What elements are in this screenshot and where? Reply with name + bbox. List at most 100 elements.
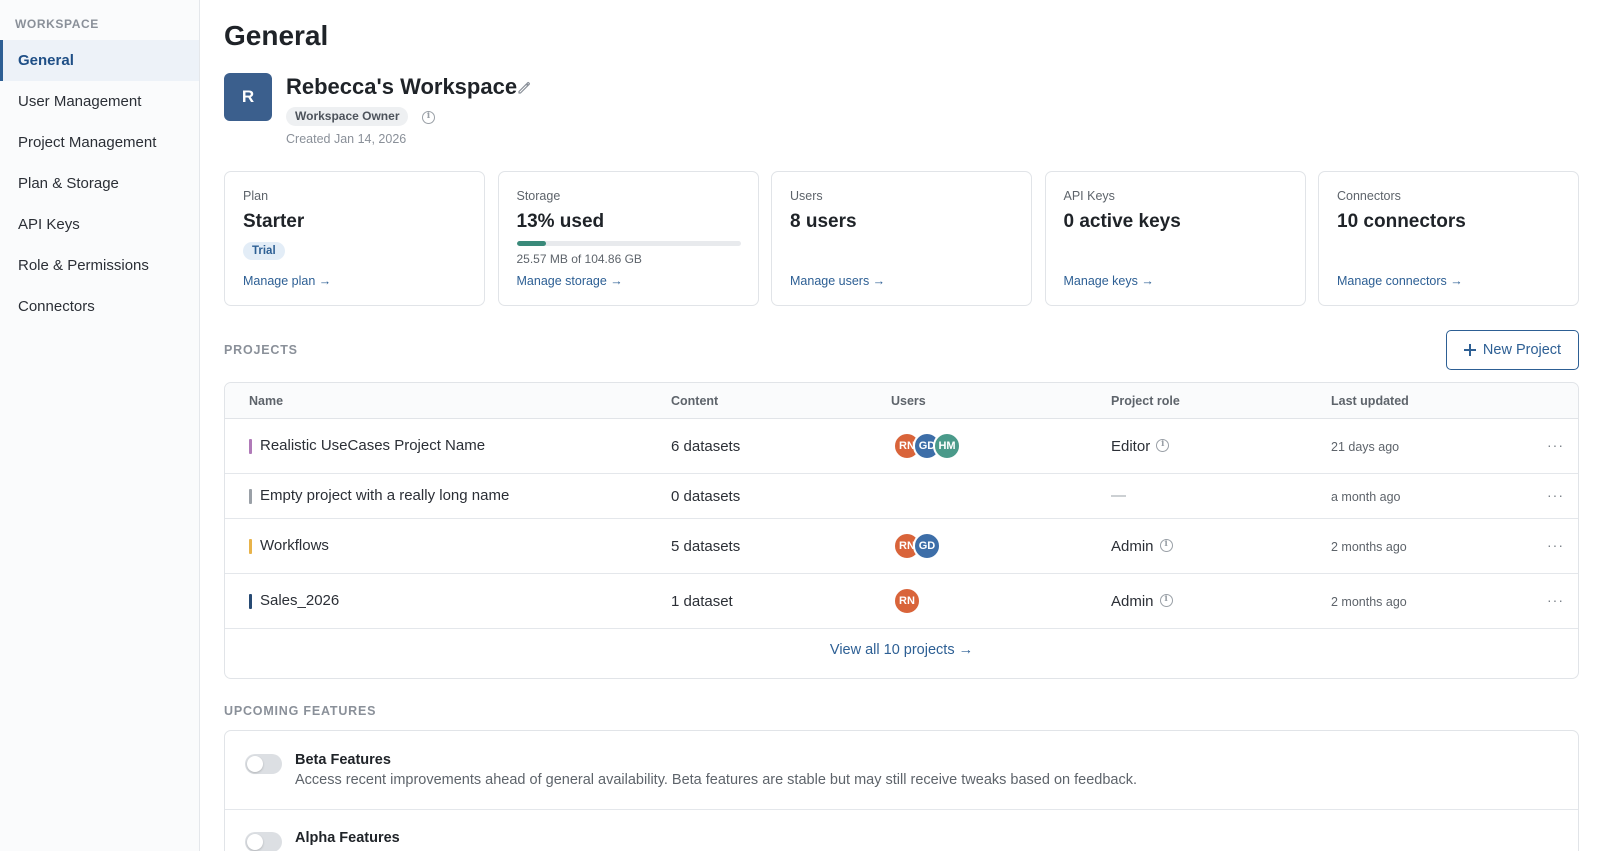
- project-content: 5 datasets: [671, 538, 741, 555]
- info-icon[interactable]: [1156, 439, 1170, 452]
- plan-card-label: Plan: [243, 189, 269, 203]
- users-card-value: 8 users: [790, 211, 857, 232]
- pencil-icon[interactable]: [516, 80, 532, 96]
- beta-features-description: Access recent improvements ahead of gene…: [295, 772, 1137, 788]
- workspace-name: Rebecca's Workspace: [286, 74, 518, 99]
- table-row[interactable]: Workflows 5 datasets RN GD Admin 2 month…: [225, 519, 1578, 574]
- project-users: RN GD: [893, 532, 941, 560]
- info-icon[interactable]: [1159, 594, 1173, 607]
- more-options-icon[interactable]: ···: [1547, 537, 1564, 553]
- project-role: Editor: [1111, 438, 1170, 455]
- sidebar-item-plan-storage[interactable]: Plan & Storage: [0, 163, 199, 204]
- manage-keys-link[interactable]: Manage keys →: [1064, 274, 1154, 288]
- storage-progress-fill: [516, 241, 546, 246]
- sidebar: WORKSPACE General User Management Projec…: [0, 0, 200, 851]
- column-header-last-updated[interactable]: Last updated: [1331, 394, 1409, 408]
- project-name[interactable]: Workflows: [260, 537, 329, 554]
- beta-features-row: Beta Features Access recent improvements…: [225, 731, 1578, 809]
- storage-detail: 25.57 MB of 104.86 GB: [516, 252, 642, 266]
- manage-users-link[interactable]: Manage users →: [790, 274, 885, 288]
- storage-progress-bar: [516, 241, 741, 246]
- project-name[interactable]: Sales_2026: [260, 592, 339, 609]
- projects-section-label: PROJECTS: [224, 343, 298, 357]
- workspace-role-badge: Workspace Owner: [286, 107, 409, 126]
- page-title: General: [224, 20, 329, 51]
- plan-card: Plan Starter Trial Manage plan →: [224, 171, 485, 306]
- beta-features-title: Beta Features: [295, 752, 391, 768]
- project-last-updated: 2 months ago: [1331, 540, 1407, 554]
- project-last-updated: 21 days ago: [1331, 440, 1400, 454]
- project-role-text: Admin: [1111, 538, 1154, 555]
- project-users: RN GD HM: [893, 432, 961, 460]
- plan-card-value: Starter: [243, 211, 305, 232]
- beta-features-toggle[interactable]: [245, 754, 282, 774]
- alpha-features-toggle[interactable]: [245, 832, 282, 851]
- column-header-project-role[interactable]: Project role: [1111, 394, 1180, 408]
- project-users: RN: [893, 587, 921, 615]
- projects-table: Name Content Users Project role Last upd…: [224, 382, 1579, 679]
- project-role: Admin: [1111, 593, 1173, 610]
- table-row[interactable]: Sales_2026 1 dataset RN Admin 2 months a…: [225, 574, 1578, 629]
- features-list: Beta Features Access recent improvements…: [224, 730, 1579, 851]
- more-options-icon[interactable]: ···: [1547, 487, 1564, 503]
- avatar: RN: [893, 587, 921, 615]
- project-name[interactable]: Empty project with a really long name: [260, 487, 509, 504]
- project-last-updated: a month ago: [1331, 490, 1401, 504]
- project-role-text: Editor: [1111, 438, 1151, 455]
- avatar: HM: [933, 432, 961, 460]
- table-row[interactable]: Realistic UseCases Project Name 6 datase…: [225, 419, 1578, 474]
- api-keys-card: API Keys 0 active keys Manage keys →: [1044, 171, 1306, 306]
- sidebar-item-api-keys[interactable]: API Keys: [0, 204, 199, 245]
- api-keys-card-value: 0 active keys: [1063, 211, 1181, 232]
- project-name[interactable]: Realistic UseCases Project Name: [260, 437, 485, 454]
- trial-badge: Trial: [243, 242, 285, 260]
- new-project-button[interactable]: New Project: [1446, 330, 1579, 370]
- connectors-card: Connectors 10 connectors Manage connecto…: [1318, 171, 1579, 306]
- info-icon[interactable]: [1159, 539, 1173, 552]
- sidebar-item-general[interactable]: General: [0, 40, 199, 81]
- sidebar-item-user-management[interactable]: User Management: [0, 81, 199, 122]
- alpha-features-title: Alpha Features: [295, 830, 400, 846]
- project-color-marker: [249, 489, 252, 504]
- project-role: Admin: [1111, 538, 1173, 555]
- column-header-users[interactable]: Users: [891, 394, 926, 408]
- users-card: Users 8 users Manage users →: [771, 171, 1032, 306]
- project-color-marker: [249, 594, 252, 609]
- table-row[interactable]: Empty project with a really long name 0 …: [225, 474, 1578, 519]
- more-options-icon[interactable]: ···: [1547, 437, 1564, 453]
- storage-card-label: Storage: [516, 189, 561, 203]
- info-icon[interactable]: [422, 111, 435, 124]
- new-project-label: New Project: [1482, 342, 1562, 358]
- manage-connectors-link[interactable]: Manage connectors →: [1337, 274, 1463, 288]
- workspace-avatar: R: [224, 73, 272, 121]
- project-role-text: Admin: [1111, 593, 1154, 610]
- sidebar-heading: WORKSPACE: [15, 17, 99, 31]
- sidebar-item-role-permissions[interactable]: Role & Permissions: [0, 245, 199, 286]
- avatar: GD: [913, 532, 941, 560]
- project-content: 1 dataset: [671, 593, 733, 610]
- sidebar-item-connectors[interactable]: Connectors: [0, 286, 199, 327]
- sidebar-item-project-management[interactable]: Project Management: [0, 122, 199, 163]
- view-all-projects-link[interactable]: View all 10 projects →: [225, 642, 1578, 658]
- toggle-knob: [247, 756, 263, 772]
- toggle-knob: [247, 834, 263, 850]
- workspace-created-date: Created Jan 14, 2026: [286, 132, 407, 146]
- users-card-label: Users: [790, 189, 823, 203]
- storage-card: Storage 13% used 25.57 MB of 104.86 GB M…: [497, 171, 759, 306]
- project-role-text: —: [1111, 487, 1126, 504]
- column-header-content[interactable]: Content: [671, 394, 718, 408]
- manage-storage-link[interactable]: Manage storage →: [517, 274, 623, 288]
- project-content: 6 datasets: [671, 438, 741, 455]
- api-keys-card-label: API Keys: [1063, 189, 1115, 203]
- upcoming-features-section-label: UPCOMING FEATURES: [224, 704, 377, 718]
- more-options-icon[interactable]: ···: [1547, 592, 1564, 608]
- column-header-name[interactable]: Name: [249, 394, 283, 408]
- storage-card-value: 13% used: [516, 211, 605, 232]
- alpha-features-row: Alpha Features: [225, 809, 1578, 851]
- project-color-marker: [249, 439, 252, 454]
- plus-icon: [1463, 344, 1476, 356]
- connectors-card-label: Connectors: [1337, 189, 1401, 203]
- manage-plan-link[interactable]: Manage plan →: [243, 274, 331, 288]
- project-color-marker: [249, 539, 252, 554]
- connectors-card-value: 10 connectors: [1337, 211, 1466, 232]
